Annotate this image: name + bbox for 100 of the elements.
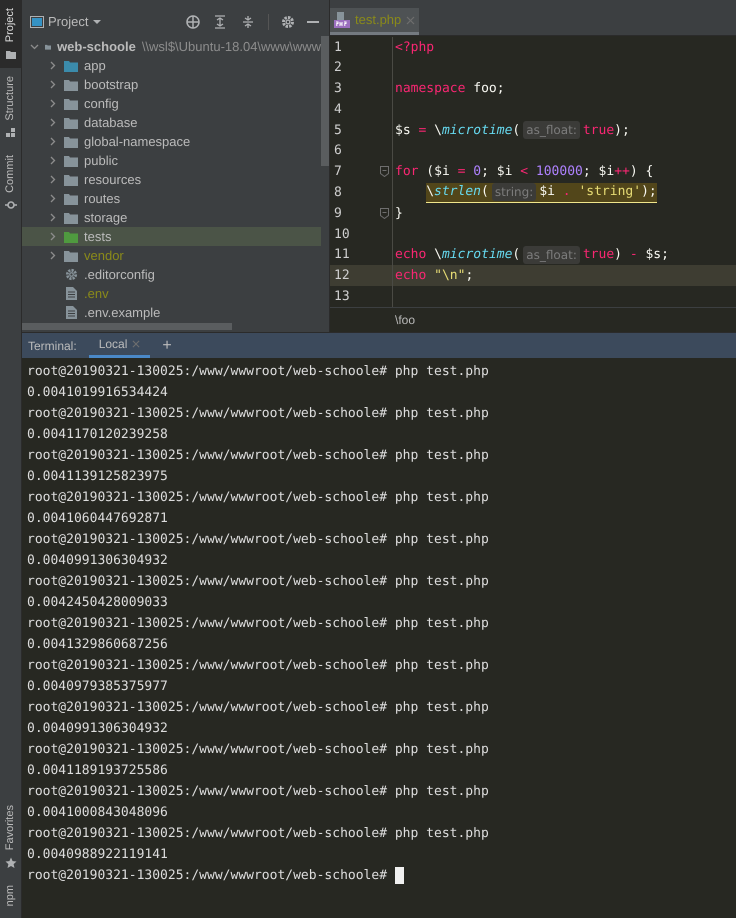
commit-icon: [4, 198, 16, 211]
code-line: for ($i = 0; $i < 100000; $i++) {: [395, 163, 654, 182]
fold-icon[interactable]: [380, 166, 389, 178]
terminal-line: 0.0041170120239258: [27, 426, 168, 444]
folder-icon: [64, 230, 78, 242]
terminal-line: root@20190321-130025:/www/wwwroot/web-schoole# php test.php: [27, 698, 489, 717]
code-line: echo "\n";: [395, 267, 474, 286]
terminal-line: 0.0040979385375977: [27, 678, 168, 696]
terminal-line: root@20190321-130025:/www/wwwroot/web-schoole# php test.php: [27, 446, 489, 465]
tool-window-tab[interactable]: Commit: [0, 146, 21, 219]
dropdown-icon[interactable]: [92, 19, 102, 25]
terminal-line: root@20190321-130025:/www/wwwroot/web-schoole# php test.php: [27, 530, 489, 549]
line-number: 2: [333, 59, 343, 78]
terminal-line: root@20190321-130025:/www/wwwroot/web-schoole# php test.php: [27, 782, 489, 801]
tree-item[interactable]: .env: [22, 284, 321, 303]
terminal-line: root@20190321-130025:/www/wwwroot/web-schoole# php test.php: [27, 572, 489, 591]
locate-icon[interactable]: [186, 15, 200, 29]
terminal-line: 0.0041329860687256: [27, 636, 168, 654]
panel-title[interactable]: Project: [48, 12, 88, 32]
breadcrumb[interactable]: \foo: [395, 311, 416, 329]
terminal-line: 0.0042450428009033: [27, 594, 168, 612]
chevron-right-icon[interactable]: [50, 80, 56, 89]
chevron-right-icon[interactable]: [50, 194, 56, 203]
text-file-icon: [66, 306, 76, 319]
chevron-right-icon[interactable]: [50, 156, 56, 165]
expand-all-icon[interactable]: [214, 15, 226, 29]
line-number: 10: [333, 226, 351, 244]
terminal-line: 0.0041189193725586: [27, 762, 168, 780]
terminal-line: 0.0041060447692871: [27, 510, 168, 528]
folder-icon: [64, 192, 78, 204]
gear-icon: [64, 268, 78, 281]
php-file-icon: [334, 12, 350, 28]
folder-icon: [64, 154, 78, 166]
tree-item[interactable]: resources: [22, 170, 321, 189]
tree-row[interactable]: web-schoole \\wsl$\Ubuntu-18.04\www\www: [22, 37, 321, 56]
folder-icon: [4, 48, 16, 60]
tree-item[interactable]: tests: [22, 227, 321, 246]
close-icon[interactable]: [132, 340, 140, 348]
horizontal-scrollbar[interactable]: [22, 323, 232, 330]
code-line: }: [395, 204, 403, 223]
line-number: 7: [333, 163, 343, 182]
tool-window-tab[interactable]: npm: [0, 876, 21, 914]
folder-icon: [64, 60, 78, 72]
project-name: web-schoole: [57, 38, 136, 56]
chevron-right-icon[interactable]: [50, 137, 56, 146]
chevron-right-icon[interactable]: [50, 175, 56, 184]
tree-item[interactable]: routes: [22, 189, 321, 208]
terminal-line: root@20190321-130025:/www/wwwroot/web-schoole# php test.php: [27, 614, 489, 633]
line-number: 12: [333, 267, 351, 286]
structure-icon: [4, 126, 16, 139]
terminal-line: root@20190321-130025:/www/wwwroot/web-schoole# php test.php: [27, 656, 489, 675]
tree-item[interactable]: .env.example: [22, 303, 321, 322]
tool-window-tab[interactable]: Structure: [0, 68, 21, 147]
chevron-right-icon[interactable]: [50, 61, 56, 70]
chevron-right-icon[interactable]: [50, 213, 56, 222]
chevron-right-icon[interactable]: [50, 251, 56, 260]
fold-icon[interactable]: [380, 208, 389, 219]
line-number: 4: [333, 100, 343, 119]
tree-item[interactable]: app: [22, 56, 321, 75]
line-number: 11: [333, 246, 351, 264]
tree-item[interactable]: .editorconfig: [22, 265, 321, 284]
settings-icon[interactable]: [281, 15, 295, 29]
tree-item[interactable]: global-namespace: [22, 132, 321, 151]
tool-window-tab[interactable]: Project: [0, 0, 21, 68]
terminal-line: root@20190321-130025:/www/wwwroot/web-schoole#: [27, 866, 388, 885]
tree-item[interactable]: vendor: [22, 246, 321, 265]
tool-window-tab[interactable]: Favorites: [0, 797, 21, 877]
folder-icon: [64, 212, 78, 224]
add-tab-button[interactable]: +: [158, 333, 176, 358]
terminal-line: root@20190321-130025:/www/wwwroot/web-schoole# php test.php: [27, 824, 489, 843]
line-number: 5: [333, 122, 343, 140]
terminal-line: root@20190321-130025:/www/wwwroot/web-schoole# php test.php: [27, 362, 489, 381]
folder-icon: [64, 98, 78, 110]
folder-icon: [64, 116, 78, 128]
code-line: $s = \microtime( as_float: true);: [395, 120, 630, 140]
code-line: <?php: [395, 38, 434, 57]
terminal-line: root@20190321-130025:/www/wwwroot/web-schoole# php test.php: [27, 488, 489, 507]
chevron-right-icon[interactable]: [50, 232, 56, 241]
folder-icon: [64, 136, 78, 148]
chevron-right-icon[interactable]: [50, 118, 56, 127]
tree-item[interactable]: config: [22, 94, 321, 113]
text-file-icon: [66, 287, 76, 300]
terminal-line: 0.0041019916534424: [27, 384, 168, 402]
chevron-right-icon[interactable]: [50, 99, 56, 108]
tree-item[interactable]: database: [22, 113, 321, 132]
terminal-line: root@20190321-130025:/www/wwwroot/web-schoole# php test.php: [27, 740, 489, 759]
line-number: 1: [333, 38, 343, 57]
terminal-label: Terminal:: [28, 338, 78, 354]
vertical-scrollbar[interactable]: [321, 36, 329, 166]
tree-item[interactable]: storage: [22, 208, 321, 227]
chevron-down-icon[interactable]: [30, 44, 39, 50]
terminal-line: 0.0040988922119141: [27, 846, 168, 864]
line-number: 8: [333, 184, 343, 202]
panel-icon: [30, 16, 44, 28]
folder-icon: [64, 250, 78, 262]
tree-item[interactable]: bootstrap: [22, 75, 321, 94]
collapse-all-icon[interactable]: [242, 15, 254, 29]
tree-item[interactable]: public: [22, 151, 321, 170]
line-number: 6: [333, 142, 343, 160]
terminal-line: 0.0040991306304932: [27, 552, 168, 570]
